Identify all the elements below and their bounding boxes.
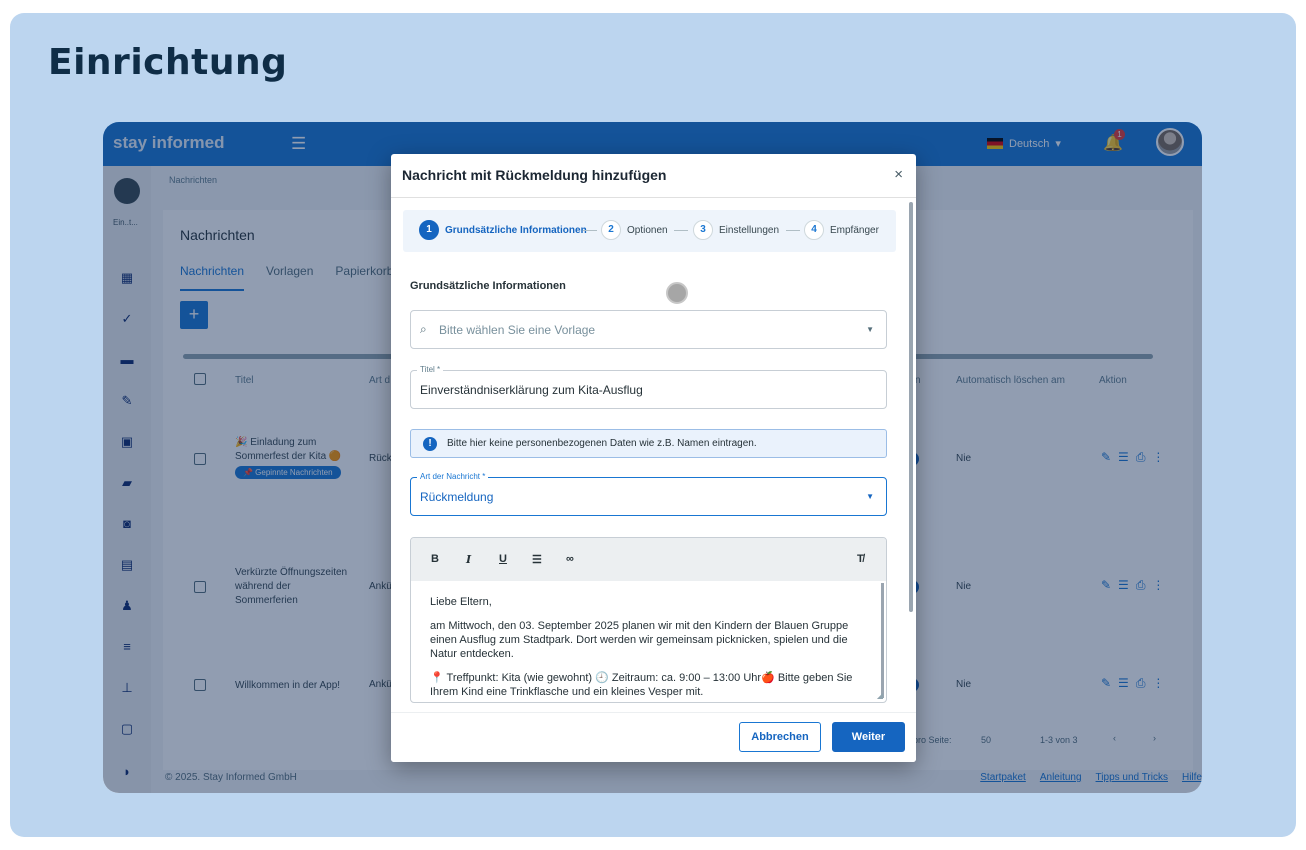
template-placeholder: Bitte wählen Sie eine Vorlage bbox=[439, 323, 596, 337]
cancel-button[interactable]: Abbrechen bbox=[739, 722, 821, 752]
next-button[interactable]: Weiter bbox=[832, 722, 905, 752]
add-message-dialog: Nachricht mit Rückmeldung hinzufügen × 1… bbox=[391, 154, 916, 762]
step-connector bbox=[786, 230, 800, 231]
step-number: 4 bbox=[804, 220, 824, 240]
dialog-footer: Abbrechen Weiter bbox=[391, 712, 916, 762]
step-connector bbox=[583, 230, 597, 231]
dialog-title: Nachricht mit Rückmeldung hinzufügen bbox=[402, 167, 667, 183]
dropdown-arrow-icon: ▼ bbox=[866, 492, 874, 501]
step-settings[interactable]: 3 Einstellungen bbox=[693, 220, 779, 240]
dialog-scrollbar[interactable] bbox=[909, 202, 913, 612]
editor-toolbar: B I U ☰ ∞ T̸ bbox=[411, 538, 886, 581]
editor-scrollbar[interactable] bbox=[881, 583, 884, 698]
clear-format-icon[interactable]: T̸ bbox=[857, 553, 864, 565]
underline-icon[interactable]: U bbox=[499, 553, 507, 565]
editor-paragraph: 📍 Treffpunkt: Kita (wie gewohnt) 🕘 Zeitr… bbox=[430, 672, 853, 698]
bold-icon[interactable]: B bbox=[431, 553, 439, 565]
bullet-list-icon[interactable]: ☰ bbox=[532, 553, 542, 566]
section-heading: Grundsätzliche Informationen bbox=[410, 280, 566, 292]
step-number: 2 bbox=[601, 220, 621, 240]
info-banner: ! Bitte hier keine personenbezogenen Dat… bbox=[410, 429, 887, 458]
rich-text-editor[interactable]: B I U ☰ ∞ T̸ Liebe Eltern, am Mittwoch, … bbox=[410, 537, 887, 703]
dropdown-arrow-icon: ▼ bbox=[866, 325, 874, 334]
step-label: Optionen bbox=[627, 224, 668, 236]
step-options[interactable]: 2 Optionen bbox=[601, 220, 668, 240]
step-label: Empfänger bbox=[830, 224, 879, 236]
type-label: Art der Nachricht * bbox=[417, 472, 489, 481]
link-icon[interactable]: ∞ bbox=[566, 553, 574, 565]
info-icon: ! bbox=[423, 437, 437, 451]
step-number: 1 bbox=[419, 220, 439, 240]
editor-paragraph: Liebe Eltern, bbox=[430, 596, 492, 608]
step-recipients[interactable]: 4 Empfänger bbox=[804, 220, 879, 240]
step-label: Einstellungen bbox=[719, 224, 780, 236]
editor-content[interactable]: Liebe Eltern, am Mittwoch, den 03. Septe… bbox=[430, 595, 870, 702]
step-label: Grundsätzliche Informationen bbox=[445, 224, 587, 236]
editor-paragraph: am Mittwoch, den 03. September 2025 plan… bbox=[430, 620, 849, 660]
stepper: 1 Grundsätzliche Informationen 2 Optione… bbox=[403, 210, 896, 252]
step-connector bbox=[674, 230, 688, 231]
title-field[interactable]: Titel * Einverständniserklärung zum Kita… bbox=[410, 365, 887, 409]
title-label: Titel * bbox=[417, 365, 444, 374]
divider bbox=[391, 197, 916, 198]
step-basic-info[interactable]: 1 Grundsätzliche Informationen bbox=[419, 220, 587, 240]
step-number: 3 bbox=[693, 220, 713, 240]
message-type-select[interactable]: Art der Nachricht * Rückmeldung ▼ bbox=[410, 472, 887, 516]
template-select[interactable]: ⌕ Bitte wählen Sie eine Vorlage ▼ bbox=[410, 310, 887, 349]
resize-handle-icon[interactable]: ◢ bbox=[877, 691, 883, 700]
title-value: Einverständniserklärung zum Kita-Ausflug bbox=[420, 383, 643, 397]
search-icon: ⌕ bbox=[420, 322, 427, 336]
page-heading: Einrichtung bbox=[48, 42, 288, 83]
info-text: Bitte hier keine personenbezogenen Daten… bbox=[447, 438, 757, 449]
mouse-cursor bbox=[666, 282, 688, 304]
close-icon[interactable]: × bbox=[894, 166, 903, 183]
type-value: Rückmeldung bbox=[420, 490, 494, 504]
italic-icon[interactable]: I bbox=[466, 553, 471, 566]
